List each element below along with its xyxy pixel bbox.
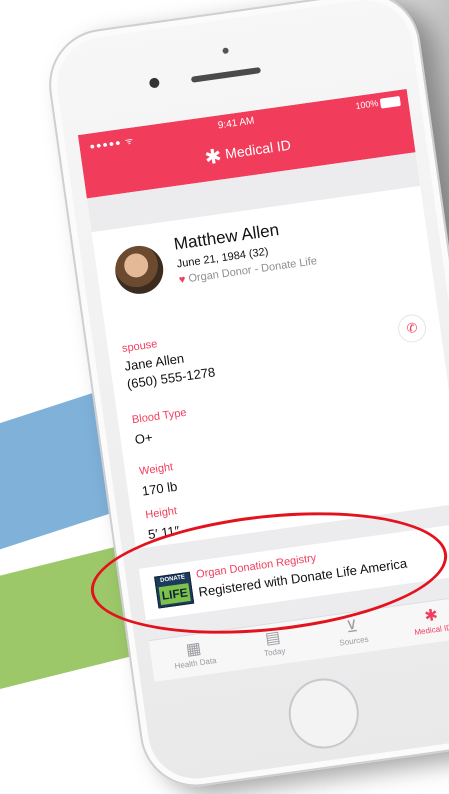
page-title-text: Medical ID — [224, 136, 292, 162]
blood-type-label: Blood Type — [131, 406, 188, 427]
battery-icon — [379, 95, 401, 109]
weight-value: 170 lb — [141, 478, 179, 499]
asterisk-icon: ✱ — [203, 145, 224, 170]
iphone-device: ●●●●● ᯤ 9:41 AM 100% ✱Medical ID Matthew… — [41, 0, 449, 794]
height-label: Height — [144, 505, 178, 522]
phone-icon: ✆ — [405, 319, 419, 337]
status-time: 9:41 AM — [217, 115, 256, 132]
earpiece-speaker — [190, 67, 262, 83]
proximity-sensor — [222, 47, 229, 55]
signal-indicator: ●●●●● ᯤ — [88, 135, 135, 152]
home-button[interactable] — [284, 673, 364, 754]
blood-type-value: O+ — [133, 429, 154, 448]
battery-percent: 100% — [354, 98, 380, 112]
heart-icon: ♥ — [178, 273, 187, 287]
tab-medical-id[interactable]: ✱ Medical ID — [395, 601, 449, 639]
tab-health-data[interactable]: ▦ Health Data — [157, 634, 230, 672]
front-camera — [148, 77, 161, 89]
avatar — [112, 242, 167, 297]
phone-body: ●●●●● ᯤ 9:41 AM 100% ✱Medical ID Matthew… — [41, 0, 449, 794]
call-button[interactable]: ✆ — [396, 312, 428, 345]
contact-relationship: spouse — [121, 338, 159, 355]
weight-label: Weight — [138, 461, 174, 478]
